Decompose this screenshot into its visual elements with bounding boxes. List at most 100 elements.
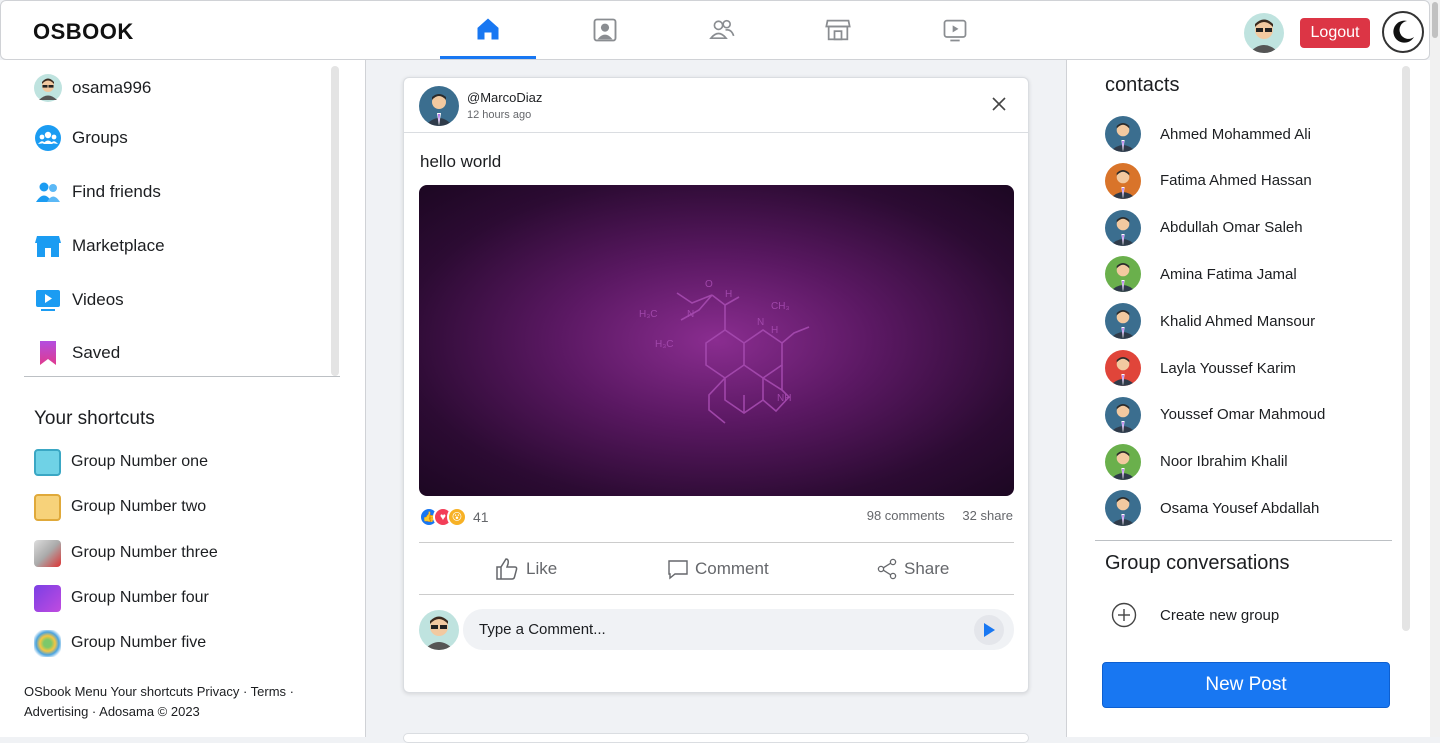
tab-marketplace[interactable] [790,1,886,59]
contact-avatar [1105,490,1141,527]
contact-item[interactable]: Layla Youssef Karim [1105,350,1296,386]
post-divider [419,594,1014,595]
thumbs-up-icon [496,558,518,580]
close-icon[interactable] [989,94,1009,114]
contact-avatar [1105,396,1141,433]
create-group-button[interactable]: Create new group [1111,601,1279,629]
svg-text:H₃C: H₃C [655,339,674,350]
contact-avatar [1105,443,1141,480]
comments-count[interactable]: 98 comments [867,508,945,523]
tab-videos[interactable] [907,1,1003,59]
sidebar-item-label: Groups [72,128,128,147]
window-scrollbar[interactable] [1430,0,1440,737]
feed-divider-left [365,60,366,737]
app-logo[interactable]: OSBOOK [33,19,134,45]
sidebar-item-profile[interactable]: osama996 [34,73,151,103]
comment-button[interactable]: Comment [667,555,769,583]
share-button[interactable]: Share [876,555,949,583]
like-button[interactable]: Like [494,555,557,583]
svg-text:NH: NH [777,393,791,404]
contact-item[interactable]: Noor Ibrahim Khalil [1105,443,1288,480]
shortcut-item[interactable]: Group Number three [34,538,218,568]
contact-item[interactable]: Osama Yousef Abdallah [1105,490,1319,527]
create-group-label: Create new group [1160,606,1280,624]
right-scrollbar[interactable] [1402,66,1410,631]
sidebar-item-label: osama996 [72,78,152,97]
theme-toggle-button[interactable] [1382,11,1424,53]
group-thumbnail [34,539,61,567]
shortcut-label: Group Number one [71,453,208,470]
commenter-avatar [419,610,459,650]
contacts-divider [1095,540,1392,541]
contact-avatar [1105,162,1141,199]
group-conversations-title: Group conversations [1105,552,1290,574]
plus-circle-icon [1111,602,1137,628]
moon-icon [1393,20,1414,43]
post-stats: 98 comments 32 share [853,508,1013,523]
logout-button[interactable]: Logout [1300,18,1370,48]
sidebar-item-saved[interactable]: Saved [34,338,120,368]
contact-name: Ahmed Mohammed Ali [1160,125,1311,143]
send-icon [984,623,995,637]
sidebar-item-marketplace[interactable]: Marketplace [34,231,165,261]
shares-count[interactable]: 32 share [962,508,1013,523]
post-text: hello world [420,152,502,171]
shortcut-item[interactable]: Group Number four [34,583,209,613]
contact-name: Amina Fatima Jamal [1160,265,1297,283]
sidebar-item-label: Saved [72,343,121,362]
friends-icon [709,19,735,39]
left-sidebar: osama996 Groups Find friends Marketplace… [0,60,365,737]
contact-avatar [1105,303,1141,340]
contact-item[interactable]: Fatima Ahmed Hassan [1105,162,1312,199]
share-icon [877,558,897,580]
svg-text:H: H [771,325,778,336]
contact-name: Youssef Omar Mahmoud [1160,406,1326,424]
shortcut-item[interactable]: Group Number two [34,492,206,522]
profile-icon [593,18,617,42]
store-icon [825,19,851,41]
contact-avatar [1105,350,1141,386]
shortcut-item[interactable]: Group Number one [34,447,208,477]
top-navbar: OSBOOK Logout [0,0,1430,60]
share-label: Share [904,559,950,578]
comment-input[interactable]: Type a Comment... [463,609,1014,650]
new-post-button[interactable]: New Post [1102,662,1390,708]
post-username[interactable]: @MarcoDiaz [467,90,542,105]
contact-name: Noor Ibrahim Khalil [1160,453,1288,471]
next-post-card [403,733,1029,743]
svg-text:H₃C: H₃C [639,309,658,320]
shortcut-label: Group Number four [71,589,209,606]
sidebar-item-videos[interactable]: Videos [34,285,124,315]
group-thumbnail [34,584,61,612]
window-scrollbar-thumb[interactable] [1432,2,1438,38]
contact-item[interactable]: Ahmed Mohammed Ali [1105,116,1311,152]
svg-text:CH₃: CH₃ [771,301,790,312]
post-author-avatar[interactable] [419,86,459,126]
shortcut-label: Group Number two [71,498,207,515]
comment-icon [668,560,688,580]
tab-profile[interactable] [557,1,653,59]
shortcut-item[interactable]: Group Number five [34,628,206,658]
contact-item[interactable]: Abdullah Omar Saleh [1105,209,1303,246]
svg-text:N: N [687,309,694,320]
contacts-title: contacts [1105,74,1180,96]
contact-item[interactable]: Amina Fatima Jamal [1105,256,1297,293]
contact-name: Khalid Ahmed Mansour [1160,312,1316,330]
sidebar-item-label: Find friends [72,182,161,201]
contact-item[interactable]: Khalid Ahmed Mansour [1105,303,1316,340]
sidebar-item-find-friends[interactable]: Find friends [34,177,161,207]
reaction-summary[interactable]: 👍 ♥ 😮 41 [419,506,489,528]
post-image[interactable]: H₃C H₃C N O N CH₃ H H NH [419,185,1014,496]
avatar [34,74,62,102]
user-avatar[interactable] [1244,13,1284,53]
tab-home[interactable] [440,1,536,59]
contact-name: Fatima Ahmed Hassan [1160,172,1312,190]
send-comment-button[interactable] [974,615,1004,645]
sidebar-item-groups[interactable]: Groups [34,123,128,153]
left-scrollbar[interactable] [331,66,339,376]
contact-avatar [1105,116,1141,152]
home-icon [477,18,499,39]
contact-item[interactable]: Youssef Omar Mahmoud [1105,396,1326,433]
tab-friends[interactable] [674,1,770,59]
post-card: @MarcoDiaz 12 hours ago hello world H₃C [403,77,1029,693]
